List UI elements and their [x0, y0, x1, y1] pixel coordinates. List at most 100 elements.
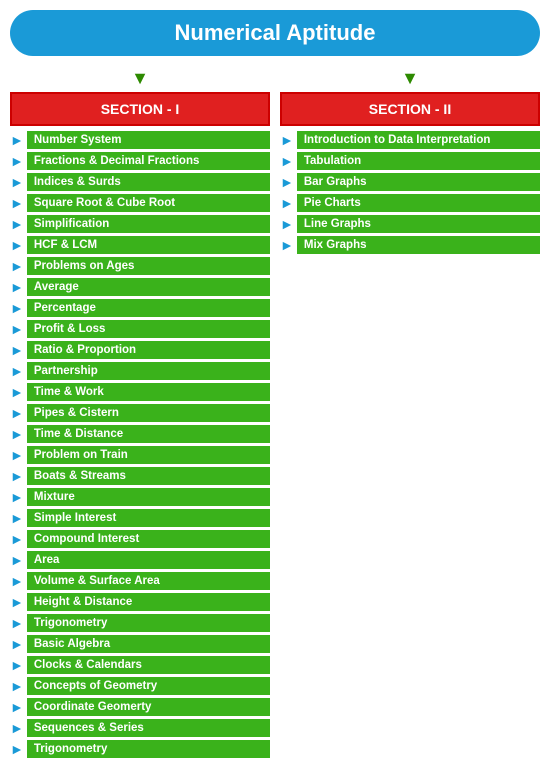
topic-label-text: Pie Charts — [297, 194, 540, 212]
topic-arrow-icon: ► — [10, 678, 24, 694]
topic-label-text: Tabulation — [297, 152, 540, 170]
section2-column: ▼ SECTION - II ►Introduction to Data Int… — [280, 68, 540, 257]
section1-list-item[interactable]: ►Profit & Loss — [10, 320, 270, 338]
topic-arrow-icon: ► — [10, 153, 24, 169]
section1-list-item[interactable]: ►Problems on Ages — [10, 257, 270, 275]
topic-label-text: Area — [27, 551, 270, 569]
section1-list-item[interactable]: ►Area — [10, 551, 270, 569]
section1-list-item[interactable]: ►Mixture — [10, 488, 270, 506]
section1-list-item[interactable]: ►Simplification — [10, 215, 270, 233]
topic-label-text: Trigonometry — [27, 614, 270, 632]
topic-arrow-icon: ► — [10, 636, 24, 652]
section2-list-item[interactable]: ►Tabulation — [280, 152, 540, 170]
topic-label-text: Problems on Ages — [27, 257, 270, 275]
topic-arrow-icon: ► — [10, 573, 24, 589]
topic-arrow-icon: ► — [10, 720, 24, 736]
section1-list-item[interactable]: ►Coordinate Geomerty — [10, 698, 270, 716]
topic-arrow-icon: ► — [10, 174, 24, 190]
topic-label-text: Coordinate Geomerty — [27, 698, 270, 716]
section1-list-item[interactable]: ►Ratio & Proportion — [10, 341, 270, 359]
section1-list-item[interactable]: ►Trigonometry — [10, 614, 270, 632]
topic-arrow-icon: ► — [10, 363, 24, 379]
topic-arrow-icon: ► — [10, 699, 24, 715]
section1-header: SECTION - I — [10, 92, 270, 126]
topic-arrow-icon: ► — [10, 426, 24, 442]
topic-label-text: Compound Interest — [27, 530, 270, 548]
topic-label-text: HCF & LCM — [27, 236, 270, 254]
section2-list-item[interactable]: ►Mix Graphs — [280, 236, 540, 254]
section1-list-item[interactable]: ►Percentage — [10, 299, 270, 317]
section2-arrow: ▼ — [280, 68, 540, 89]
topic-label-text: Concepts of Geometry — [27, 677, 270, 695]
section2-list-item[interactable]: ►Pie Charts — [280, 194, 540, 212]
section2-list-item[interactable]: ►Bar Graphs — [280, 173, 540, 191]
topic-arrow-icon: ► — [10, 300, 24, 316]
topic-arrow-icon: ► — [280, 216, 294, 232]
section1-list-item[interactable]: ►Concepts of Geometry — [10, 677, 270, 695]
topic-arrow-icon: ► — [280, 237, 294, 253]
section1-list-item[interactable]: ►Time & Work — [10, 383, 270, 401]
section1-list-item[interactable]: ►Square Root & Cube Root — [10, 194, 270, 212]
topic-arrow-icon: ► — [10, 657, 24, 673]
section1-list-item[interactable]: ►HCF & LCM — [10, 236, 270, 254]
topic-label-text: Simplification — [27, 215, 270, 233]
section1-items: ►Number System►Fractions & Decimal Fract… — [10, 131, 270, 758]
section2-items: ►Introduction to Data Interpretation►Tab… — [280, 131, 540, 254]
topic-label-text: Partnership — [27, 362, 270, 380]
topic-arrow-icon: ► — [10, 342, 24, 358]
section1-list-item[interactable]: ►Simple Interest — [10, 509, 270, 527]
section1-list-item[interactable]: ►Boats & Streams — [10, 467, 270, 485]
topic-arrow-icon: ► — [10, 405, 24, 421]
section1-list-item[interactable]: ►Indices & Surds — [10, 173, 270, 191]
section1-list-item[interactable]: ►Height & Distance — [10, 593, 270, 611]
topic-label-text: Bar Graphs — [297, 173, 540, 191]
topic-arrow-icon: ► — [10, 321, 24, 337]
page-wrapper: Numerical Aptitude ▼ SECTION - I ►Number… — [0, 0, 550, 771]
topic-arrow-icon: ► — [280, 174, 294, 190]
section1-list-item[interactable]: ►Clocks & Calendars — [10, 656, 270, 674]
section1-list-item[interactable]: ►Volume & Surface Area — [10, 572, 270, 590]
topic-arrow-icon: ► — [280, 195, 294, 211]
topic-label-text: Fractions & Decimal Fractions — [27, 152, 270, 170]
topic-label-text: Boats & Streams — [27, 467, 270, 485]
page-title: Numerical Aptitude — [30, 20, 520, 46]
topic-label-text: Simple Interest — [27, 509, 270, 527]
topic-label-text: Height & Distance — [27, 593, 270, 611]
section1-list-item[interactable]: ►Trigonometry — [10, 740, 270, 758]
topic-arrow-icon: ► — [10, 384, 24, 400]
topic-arrow-icon: ► — [280, 153, 294, 169]
topic-label-text: Clocks & Calendars — [27, 656, 270, 674]
section1-list-item[interactable]: ►Average — [10, 278, 270, 296]
topic-label-text: Mixture — [27, 488, 270, 506]
section1-list-item[interactable]: ►Basic Algebra — [10, 635, 270, 653]
topic-label-text: Volume & Surface Area — [27, 572, 270, 590]
section1-list-item[interactable]: ►Compound Interest — [10, 530, 270, 548]
section2-list-item[interactable]: ►Line Graphs — [280, 215, 540, 233]
topic-arrow-icon: ► — [10, 237, 24, 253]
topic-arrow-icon: ► — [10, 594, 24, 610]
topic-label-text: Average — [27, 278, 270, 296]
section2-list-item[interactable]: ►Introduction to Data Interpretation — [280, 131, 540, 149]
section1-list-item[interactable]: ►Partnership — [10, 362, 270, 380]
topic-arrow-icon: ► — [10, 615, 24, 631]
topic-arrow-icon: ► — [10, 510, 24, 526]
topic-label-text: Mix Graphs — [297, 236, 540, 254]
topic-label-text: Trigonometry — [27, 740, 270, 758]
topic-arrow-icon: ► — [10, 258, 24, 274]
topic-arrow-icon: ► — [10, 552, 24, 568]
topic-label-text: Introduction to Data Interpretation — [297, 131, 540, 149]
topic-label-text: Basic Algebra — [27, 635, 270, 653]
section2-header: SECTION - II — [280, 92, 540, 126]
section1-list-item[interactable]: ►Sequences & Series — [10, 719, 270, 737]
topic-arrow-icon: ► — [10, 279, 24, 295]
topic-label-text: Line Graphs — [297, 215, 540, 233]
section1-list-item[interactable]: ►Fractions & Decimal Fractions — [10, 152, 270, 170]
section1-column: ▼ SECTION - I ►Number System►Fractions &… — [10, 68, 270, 761]
topic-label-text: Time & Distance — [27, 425, 270, 443]
section1-list-item[interactable]: ►Time & Distance — [10, 425, 270, 443]
section1-list-item[interactable]: ►Number System — [10, 131, 270, 149]
topic-arrow-icon: ► — [280, 132, 294, 148]
section1-list-item[interactable]: ►Pipes & Cistern — [10, 404, 270, 422]
topic-arrow-icon: ► — [10, 531, 24, 547]
section1-list-item[interactable]: ►Problem on Train — [10, 446, 270, 464]
